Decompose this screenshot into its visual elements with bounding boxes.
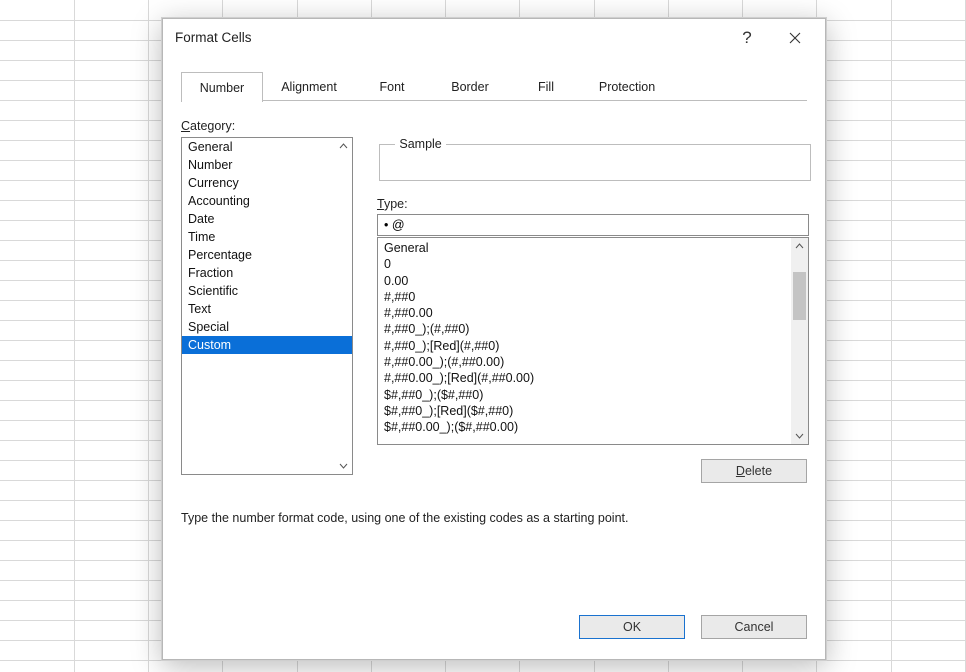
titlebar: Format Cells ? xyxy=(163,19,825,57)
help-button[interactable]: ? xyxy=(723,23,771,53)
delete-button[interactable]: Delete xyxy=(701,459,807,483)
type-input[interactable] xyxy=(377,214,809,236)
format-code-item[interactable]: #,##0_);[Red](#,##0) xyxy=(384,338,785,354)
format-code-item[interactable]: #,##0 xyxy=(384,289,785,305)
format-code-item[interactable]: 0.00 xyxy=(384,273,785,289)
close-icon xyxy=(789,32,801,44)
dialog-title: Format Cells xyxy=(175,30,723,45)
format-code-item[interactable]: #,##0_);(#,##0) xyxy=(384,321,785,337)
format-code-item[interactable]: #,##0.00_);[Red](#,##0.00) xyxy=(384,370,785,386)
format-code-item[interactable]: $#,##0_);($#,##0) xyxy=(384,387,785,403)
category-item[interactable]: Scientific xyxy=(182,282,352,300)
ok-button[interactable]: OK xyxy=(579,615,685,639)
hint-text: Type the number format code, using one o… xyxy=(181,511,629,525)
tab-border[interactable]: Border xyxy=(429,72,511,101)
category-item[interactable]: General xyxy=(182,138,352,156)
format-code-listbox[interactable]: General00.00#,##0#,##0.00#,##0_);(#,##0)… xyxy=(377,237,809,445)
category-item[interactable]: Number xyxy=(182,156,352,174)
tab-alignment[interactable]: Alignment xyxy=(263,72,355,101)
scroll-down-icon xyxy=(335,457,352,474)
format-code-item[interactable]: $#,##0_);[Red]($#,##0) xyxy=(384,403,785,419)
tab-fill[interactable]: Fill xyxy=(511,72,581,101)
type-label: Type: xyxy=(377,197,408,211)
scroll-up-icon xyxy=(791,238,808,255)
category-item[interactable]: Custom xyxy=(182,336,352,354)
scroll-down-icon xyxy=(791,427,808,444)
format-cells-dialog: Format Cells ? Number Alignment Font Bor… xyxy=(162,18,826,660)
format-code-item[interactable]: #,##0.00_);(#,##0.00) xyxy=(384,354,785,370)
category-item[interactable]: Currency xyxy=(182,174,352,192)
category-scrollbar[interactable] xyxy=(335,138,352,474)
category-item[interactable]: Special xyxy=(182,318,352,336)
tab-number[interactable]: Number xyxy=(181,72,263,102)
scroll-thumb[interactable] xyxy=(793,272,806,320)
sample-group: Sample xyxy=(379,137,811,181)
format-code-item[interactable]: 0 xyxy=(384,256,785,272)
category-label: Category: xyxy=(181,119,235,133)
format-code-item[interactable]: #,##0.00 xyxy=(384,305,785,321)
tab-page-number: Category: GeneralNumberCurrencyAccountin… xyxy=(181,101,807,599)
category-item[interactable]: Text xyxy=(182,300,352,318)
sample-label: Sample xyxy=(395,137,445,151)
format-code-item[interactable]: General xyxy=(384,240,785,256)
close-button[interactable] xyxy=(771,23,819,53)
dialog-button-bar: OK Cancel xyxy=(181,615,807,643)
category-item[interactable]: Accounting xyxy=(182,192,352,210)
category-item[interactable]: Time xyxy=(182,228,352,246)
format-scrollbar[interactable] xyxy=(791,238,808,444)
category-item[interactable]: Fraction xyxy=(182,264,352,282)
tab-protection[interactable]: Protection xyxy=(581,72,673,101)
tab-font[interactable]: Font xyxy=(355,72,429,101)
question-icon: ? xyxy=(742,28,751,48)
cancel-button[interactable]: Cancel xyxy=(701,615,807,639)
format-code-item[interactable]: $#,##0.00_);($#,##0.00) xyxy=(384,419,785,435)
category-item[interactable]: Date xyxy=(182,210,352,228)
scroll-up-icon xyxy=(335,138,352,155)
tabbar: Number Alignment Font Border Fill Protec… xyxy=(181,71,807,101)
category-listbox[interactable]: GeneralNumberCurrencyAccountingDateTimeP… xyxy=(181,137,353,475)
dialog-body: Number Alignment Font Border Fill Protec… xyxy=(163,57,825,659)
category-item[interactable]: Percentage xyxy=(182,246,352,264)
